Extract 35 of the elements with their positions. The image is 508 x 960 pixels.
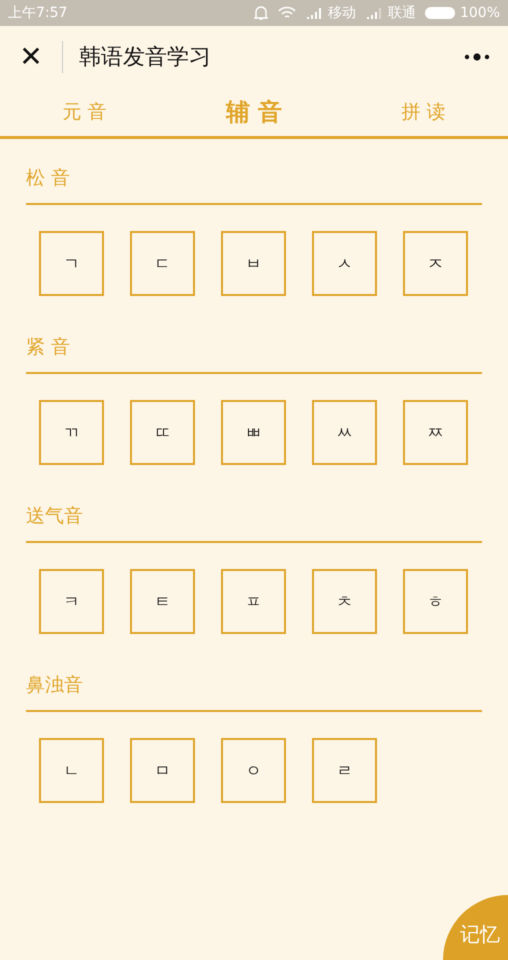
signal-icon <box>306 7 322 19</box>
letter-tile[interactable]: ㅆ <box>312 400 377 465</box>
battery-percent: 100% <box>460 4 500 22</box>
letter-tile[interactable]: ㅂ <box>221 231 286 296</box>
letter-tile[interactable]: ㅈ <box>403 231 468 296</box>
letter-tile[interactable]: ㄴ <box>39 738 104 803</box>
letter-tile[interactable]: ㄹ <box>312 738 377 803</box>
letter-tile[interactable]: ㅎ <box>403 569 468 634</box>
section-title: 鼻浊音 <box>26 673 84 698</box>
letter-tile[interactable]: ㅇ <box>221 738 286 803</box>
letter-tile[interactable]: ㄲ <box>39 400 104 465</box>
wifi-icon <box>278 6 296 20</box>
signal-icon <box>366 7 382 19</box>
section-title: 松 音 <box>26 166 72 191</box>
carrier-label: 移动 <box>328 4 356 22</box>
battery-icon <box>424 6 456 20</box>
status-time: 上午7:57 <box>8 4 68 22</box>
close-button[interactable]: ✕ <box>0 26 62 88</box>
section-title: 送气音 <box>26 504 84 529</box>
letter-tile[interactable]: ㄱ <box>39 231 104 296</box>
letter-tile[interactable]: ㅋ <box>39 569 104 634</box>
letter-tile[interactable]: ㅉ <box>403 400 468 465</box>
letter-tile[interactable]: ㄸ <box>130 400 195 465</box>
letter-tile[interactable]: ㅃ <box>221 400 286 465</box>
more-icon[interactable] <box>464 53 490 61</box>
letter-tile[interactable]: ㅊ <box>312 569 377 634</box>
letter-tile[interactable]: ㅌ <box>130 569 195 634</box>
page-title: 韩语发音学习 <box>79 44 212 72</box>
letter-tile[interactable]: ㄷ <box>130 231 195 296</box>
carrier-label: 联通 <box>388 4 416 22</box>
letter-tile[interactable]: ㅍ <box>221 569 286 634</box>
bell-icon <box>254 5 268 21</box>
letter-tile[interactable]: ㅁ <box>130 738 195 803</box>
letter-tile[interactable]: ㅅ <box>312 231 377 296</box>
section-title: 紧 音 <box>26 335 72 360</box>
